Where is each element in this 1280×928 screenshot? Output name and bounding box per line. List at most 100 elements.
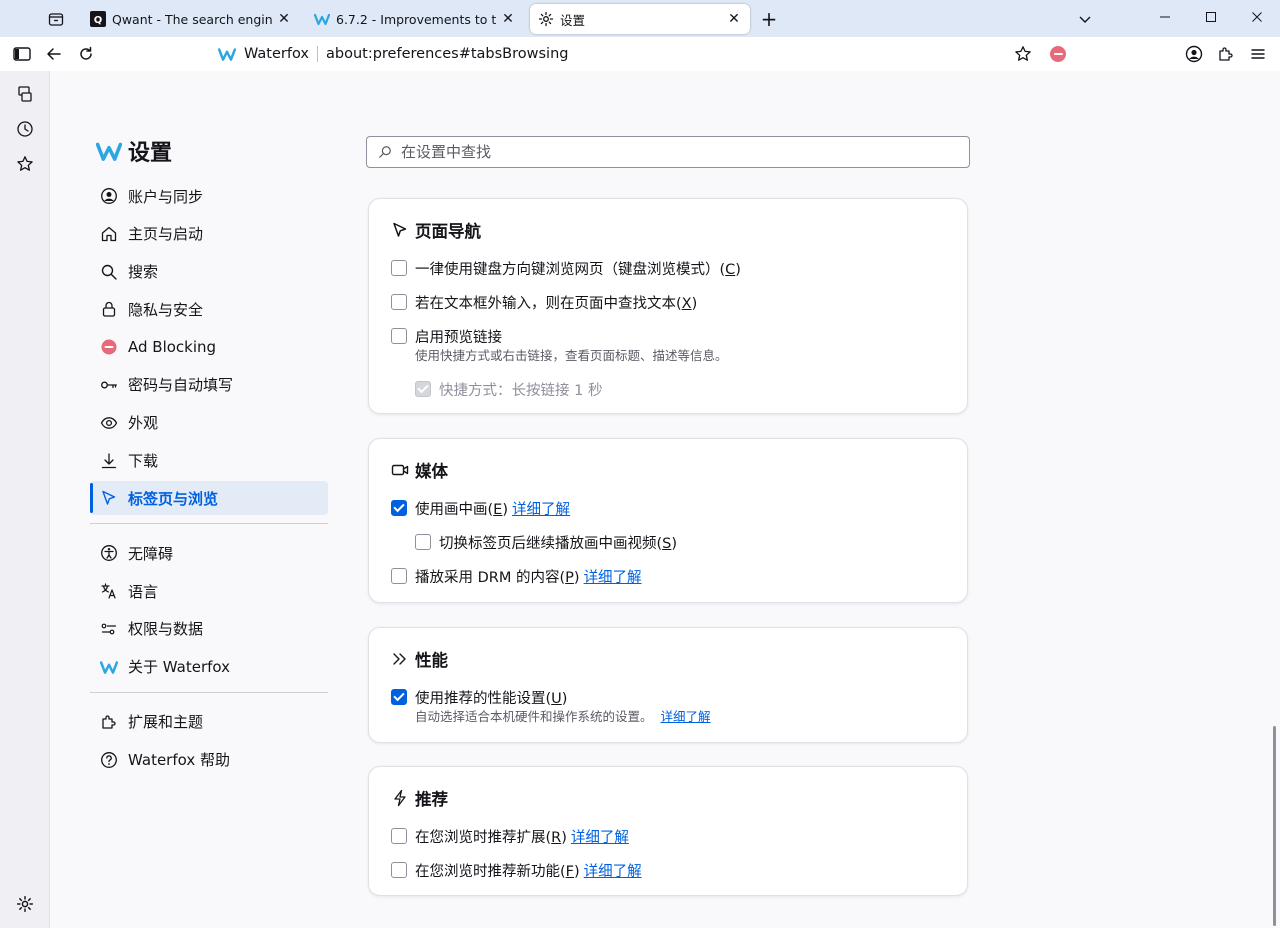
svg-text:Q: Q xyxy=(94,15,103,26)
recommend-features-option[interactable]: 在您浏览时推荐新功能(F) 详细了解 xyxy=(391,853,945,887)
sidebar-toggle-button[interactable] xyxy=(10,42,34,66)
url-bar[interactable]: Waterfox about:preferences#tabsBrowsing xyxy=(210,40,1040,68)
adblock-icon xyxy=(100,338,118,356)
tab-bar: Q Qwant - The search engine th ✕ 6.7.2 -… xyxy=(0,0,1280,37)
maximize-icon xyxy=(1206,12,1216,22)
tab-qwant[interactable]: Q Qwant - The search engine th ✕ xyxy=(82,4,300,34)
search-on-typing-checkbox[interactable] xyxy=(391,294,407,310)
category-label: 扩展和主题 xyxy=(128,713,204,732)
category-label: 关于 Waterfox xyxy=(128,658,230,677)
section-title-text: 页面导航 xyxy=(415,222,481,241)
eye-icon xyxy=(100,414,118,432)
section-title: 推荐 xyxy=(391,785,945,811)
extensions-button[interactable] xyxy=(1214,42,1238,66)
account-button[interactable] xyxy=(1182,42,1206,66)
category-downloads[interactable]: 下载 xyxy=(90,444,328,478)
pip-option[interactable]: 使用画中画(E) 详细了解 xyxy=(391,491,945,525)
option-description: 使用快捷方式或右击链接，查看页面标题、描述等信息。 xyxy=(415,348,728,363)
menu-button[interactable] xyxy=(1246,42,1270,66)
minimize-button[interactable] xyxy=(1142,0,1188,34)
section-title-text: 推荐 xyxy=(415,790,448,809)
learn-more-link[interactable]: 详细了解 xyxy=(571,826,629,847)
category-addons[interactable]: 扩展和主题 xyxy=(90,705,328,739)
tab-settings[interactable]: 设置 ✕ xyxy=(530,4,750,34)
cursor-icon xyxy=(100,489,118,507)
category-help[interactable]: Waterfox 帮助 xyxy=(90,743,328,777)
category-label: 密码与自动填写 xyxy=(128,376,234,395)
sidebar-settings-button[interactable] xyxy=(13,892,37,916)
category-label: 外观 xyxy=(128,414,159,433)
adblock-button[interactable] xyxy=(1050,46,1066,62)
drm-checkbox[interactable] xyxy=(391,568,407,584)
window-close-button[interactable] xyxy=(1234,0,1280,34)
category-permissions[interactable]: 权限与数据 xyxy=(90,612,328,646)
learn-more-link[interactable]: 详细了解 xyxy=(512,498,570,519)
permissions-icon xyxy=(100,620,118,638)
option-label: 使用推荐的性能设置(U) xyxy=(415,690,568,707)
lock-icon xyxy=(100,300,118,318)
category-home[interactable]: 主页与启动 xyxy=(90,217,328,251)
link-preview-checkbox[interactable] xyxy=(391,328,407,344)
drm-option[interactable]: 播放采用 DRM 的内容(P) 详细了解 xyxy=(391,559,945,593)
category-language[interactable]: 语言 xyxy=(90,574,328,608)
category-label: 主页与启动 xyxy=(128,225,204,244)
search-on-typing-option[interactable]: 若在文本框外输入，则在页面中查找文本(X) xyxy=(391,285,945,319)
pip-checkbox[interactable] xyxy=(391,500,407,516)
firefox-view-button[interactable] xyxy=(44,8,68,30)
option-label: 启用预览链接 xyxy=(415,329,502,346)
category-search[interactable]: 搜索 xyxy=(90,255,328,289)
puzzle-icon xyxy=(1219,47,1233,61)
synced-tabs-icon xyxy=(18,86,32,102)
learn-more-link[interactable]: 详细了解 xyxy=(584,566,642,587)
pip-autoplay-checkbox[interactable] xyxy=(415,534,431,550)
category-privacy[interactable]: 隐私与安全 xyxy=(90,292,328,326)
option-label: 在您浏览时推荐扩展(R) xyxy=(415,829,567,846)
section-title-text: 性能 xyxy=(415,651,448,670)
category-label: 权限与数据 xyxy=(128,620,204,639)
page-title: 设置 xyxy=(128,141,173,166)
key-icon xyxy=(100,376,118,394)
close-icon[interactable]: ✕ xyxy=(500,11,516,27)
settings-search-box[interactable] xyxy=(366,136,970,168)
category-tabs-browsing[interactable]: 标签页与浏览 xyxy=(90,481,328,516)
category-account[interactable]: 账户与同步 xyxy=(90,179,328,213)
reload-button[interactable] xyxy=(74,42,98,66)
help-icon xyxy=(100,751,118,769)
tab-improvements[interactable]: 6.7.2 - Improvements to tree ✕ xyxy=(306,4,524,34)
link-preview-shortcut-checkbox xyxy=(415,381,431,397)
recommend-extensions-checkbox[interactable] xyxy=(391,828,407,844)
url-text[interactable]: about:preferences#tabsBrowsing xyxy=(326,46,569,62)
new-tab-button[interactable]: + xyxy=(758,7,780,31)
recommended-performance-checkbox[interactable] xyxy=(391,689,407,705)
close-icon[interactable]: ✕ xyxy=(276,11,292,27)
synced-tabs-button[interactable] xyxy=(13,82,37,106)
back-button[interactable] xyxy=(42,42,66,66)
caret-browsing-checkbox[interactable] xyxy=(391,260,407,276)
list-all-tabs-button[interactable] xyxy=(1074,8,1096,30)
category-accessibility[interactable]: 无障碍 xyxy=(90,536,328,570)
recommend-features-checkbox[interactable] xyxy=(391,862,407,878)
learn-more-link[interactable]: 详细了解 xyxy=(584,860,642,881)
recommend-extensions-option[interactable]: 在您浏览时推荐扩展(R) 详细了解 xyxy=(391,819,945,853)
chevron-down-icon xyxy=(1079,16,1091,23)
scrollbar[interactable] xyxy=(1273,726,1276,926)
category-label: 下载 xyxy=(128,452,159,471)
minimize-icon xyxy=(1160,16,1170,18)
close-icon[interactable]: ✕ xyxy=(726,11,742,27)
category-appearance[interactable]: 外观 xyxy=(90,406,328,440)
history-button[interactable] xyxy=(13,117,37,141)
category-label: 标签页与浏览 xyxy=(128,489,219,508)
star-icon xyxy=(17,156,33,171)
search-input[interactable] xyxy=(401,143,941,161)
maximize-button[interactable] xyxy=(1188,0,1234,34)
bookmarks-button[interactable] xyxy=(13,152,37,176)
category-about[interactable]: 关于 Waterfox xyxy=(90,650,328,684)
category-adblocking[interactable]: Ad Blocking xyxy=(90,330,328,364)
bookmark-star-button[interactable] xyxy=(1013,44,1033,64)
learn-more-link[interactable]: 详细了解 xyxy=(661,709,711,724)
accessibility-icon xyxy=(100,544,118,562)
pip-autoplay-option[interactable]: 切换标签页后继续播放画中画视频(S) xyxy=(391,525,945,559)
category-passwords[interactable]: 密码与自动填写 xyxy=(90,368,328,402)
clock-icon xyxy=(17,121,33,137)
caret-browsing-option[interactable]: 一律使用键盘方向键浏览网页（键盘浏览模式）(C) xyxy=(391,251,945,285)
